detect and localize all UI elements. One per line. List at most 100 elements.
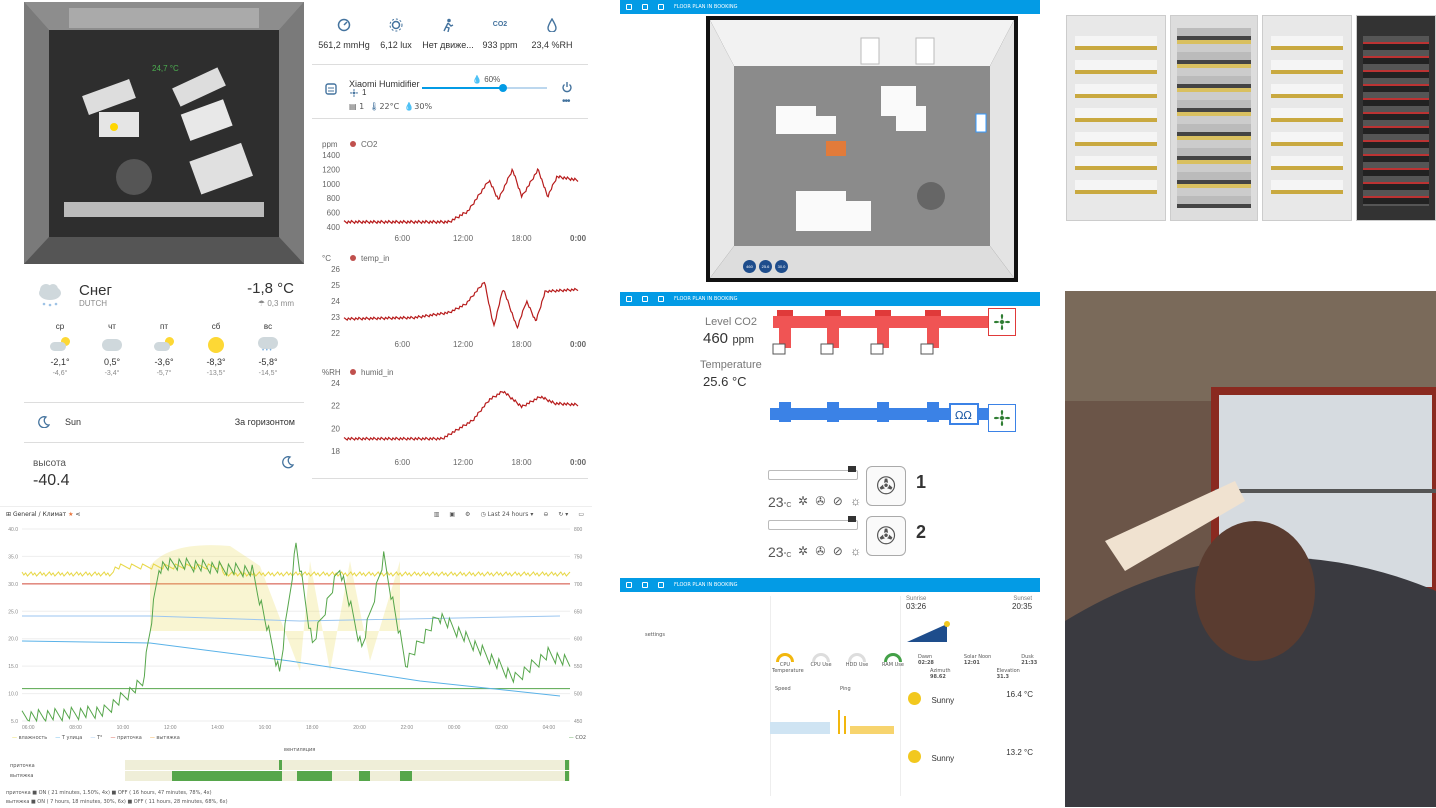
hdd-use-gauge[interactable]: HDD Use [844, 653, 870, 674]
save-icon[interactable]: ▣ [449, 511, 455, 518]
y-tick-left: 5.0 [11, 719, 18, 725]
add-panel-icon[interactable]: ▥ [434, 511, 440, 518]
y-tick-right: 500 [574, 692, 583, 698]
floorplan-3d-panel: 24,7 °C [24, 2, 304, 264]
x-tick: 16:00 [259, 725, 272, 731]
ac-unit[interactable]: 23°C ✲ ✇ ⊘ ☼ ✇ 2 [768, 516, 938, 566]
zoom-out-icon[interactable]: ⊖ [543, 511, 548, 518]
sun-elevation-graph [907, 621, 950, 642]
sensor-humidity[interactable]: 23,4 %RH [524, 18, 580, 50]
x-tick: 22:00 [401, 725, 414, 731]
y-tick-left: 30.0 [8, 582, 18, 588]
vent-state-timeline [125, 760, 570, 781]
sensor-illuminance[interactable]: 6,12 lux [368, 18, 424, 50]
weather-2[interactable]: Sunny 13.2 °C [908, 748, 1033, 766]
legend-item[interactable]: — приточка [111, 735, 142, 741]
legend-item[interactable]: — T° [90, 735, 102, 741]
vent-stats: вытяжка ■ ON ( 7 hours, 18 minutes, 30%,… [6, 799, 228, 805]
fan-icon[interactable] [988, 308, 1016, 336]
share-icon[interactable]: ⋖ [75, 511, 80, 518]
fan-icon[interactable] [988, 404, 1016, 432]
x-tick: 00:00 [448, 725, 461, 731]
weather-1[interactable]: Sunny 16.4 °C [908, 690, 1033, 708]
unit-label: ppm [322, 140, 338, 149]
temp-series [22, 615, 561, 622]
refresh-icon[interactable]: ↻ ▾ [558, 511, 568, 518]
badge-temp[interactable]: 25.6 [759, 260, 772, 273]
x-tick: 10:00 [117, 725, 130, 731]
dawn-row: Dawn 02:28 Solar Noon 12:01 Dusk 21:33 [918, 654, 1038, 666]
legend-item[interactable]: — T улица [55, 735, 82, 741]
history-graph-humid_in[interactable]: %RH humid_in 24 22 20 18 6:00 12:00 18:00 0:00 [322, 368, 587, 467]
x-tick: 02:00 [495, 725, 508, 731]
floorplan-temp-label[interactable]: 24,7 °C [152, 64, 179, 73]
badge-co2[interactable]: 460 [743, 260, 756, 273]
time-picker[interactable]: ◷ Last 24 hours ▾ [480, 511, 533, 518]
weather-source: DUTCH [79, 299, 107, 308]
ac-unit[interactable]: 23°C ✲ ✇ ⊘ ☼ ✇ 1 [768, 466, 938, 516]
ram-use-gauge[interactable]: RAM Use [880, 653, 906, 674]
humidifier-icon [325, 83, 337, 95]
motion-icon [443, 18, 454, 32]
sun-row[interactable]: Sun За горизонтом [24, 404, 304, 440]
weather-card: Снег DUTCH -1,8 °C ☂ 0,3 mm ср -2,1° -4,6°… [24, 272, 304, 397]
y-tick-right: 700 [574, 582, 583, 588]
weather-condition: Снег [79, 282, 112, 299]
humidity-slider[interactable] [422, 84, 547, 92]
x-tick: 12:00 [453, 340, 474, 349]
history-line [343, 390, 579, 441]
legend-item[interactable]: — вытяжка [150, 735, 180, 741]
history-graph-temp_in[interactable]: °C temp_in 26 25 24 23 22 6:00 12:00 18:00 0:00 [322, 254, 587, 349]
moon-icon [38, 416, 50, 428]
sensor-pressure[interactable]: 561,2 mmHg [316, 18, 372, 50]
sensor-co2[interactable]: CO2 933 ppm [472, 18, 528, 50]
sensor-motion[interactable]: Нет движе... [420, 18, 476, 50]
history-graph-CO2[interactable]: ppm CO2 1400 1200 1000 800 600 400 6:00 12:00 18:0… [322, 140, 587, 243]
legend-dot [350, 369, 356, 375]
y-tick-right: 600 [574, 637, 583, 643]
settings-link[interactable]: settings [645, 632, 665, 638]
x-tick: 0:00 [570, 458, 587, 467]
more-options-icon[interactable]: ••• [562, 96, 570, 107]
y-tick-right: 650 [574, 609, 583, 615]
legend-item[interactable]: — влажность [12, 735, 47, 741]
floorplan-badges: 460 25.6 30.0 [743, 260, 788, 273]
y-tick: 24 [331, 297, 340, 306]
history-graphs: ppm CO2 1400 1200 1000 800 600 400 6:00 12:00 18:0… [312, 125, 588, 477]
x-tick: 18:00 [512, 234, 533, 243]
ventilation-header: FLOOR PLAN IN BOOKING [620, 292, 1040, 306]
sun-icon [208, 337, 224, 353]
cpu-use-gauge[interactable]: CPU Use [808, 653, 834, 674]
snow-icon: • • • [258, 337, 278, 354]
vent-stats: приточка ■ ON ( 21 minutes, 1.50%, 4x) ■… [6, 790, 212, 796]
svg-text:ΩΩ: ΩΩ [955, 409, 972, 422]
badge-humidity[interactable]: 30.0 [775, 260, 788, 273]
weather-temp: -1,8 °C [247, 280, 294, 297]
outdoor-temp-series [21, 640, 561, 697]
y-tick: 1000 [322, 180, 340, 189]
humidifier-name[interactable]: Xiaomi Humidifier [349, 79, 420, 89]
star-icon[interactable]: ★ [68, 511, 73, 518]
vent-row-label: вытяжка [10, 773, 34, 779]
tv-icon[interactable]: ▭ [578, 511, 584, 518]
ac-mode-icons: ✲ ✇ ⊘ ☼ [798, 494, 864, 508]
power-icon[interactable] [561, 81, 573, 93]
gear-icon[interactable]: ⚙ [465, 511, 470, 518]
x-tick: 08:00 [69, 725, 82, 731]
floorplan-3d-image [24, 2, 304, 264]
sun-icon [908, 750, 921, 764]
forecast-day: ср -2,1° -4,6° [50, 322, 70, 377]
gauge-icon [337, 18, 351, 32]
slider-knob[interactable] [499, 84, 508, 92]
cpu-temp-gauge[interactable]: CPU Temperature [772, 653, 804, 674]
snow-cloud-icon [39, 284, 61, 307]
x-tick: 18:00 [512, 340, 533, 349]
humidifier-card: Xiaomi Humidifier 1 ▤ 1 🌡22°C 💧30% 💧 60%… [312, 66, 588, 118]
elevation-card[interactable]: высота -40.4 [24, 446, 304, 496]
azimuth-row: Azimuth 98.62 Elevation 31.3 [930, 668, 1020, 680]
y-tick-left: 10.0 [8, 692, 18, 698]
legend-co2[interactable]: — CO2 [569, 735, 586, 741]
grafana-legend: — влажность — T улица — T° — приточка — вытя… [12, 735, 180, 741]
brightness-icon [389, 18, 403, 32]
unit-label: °C [322, 254, 331, 263]
